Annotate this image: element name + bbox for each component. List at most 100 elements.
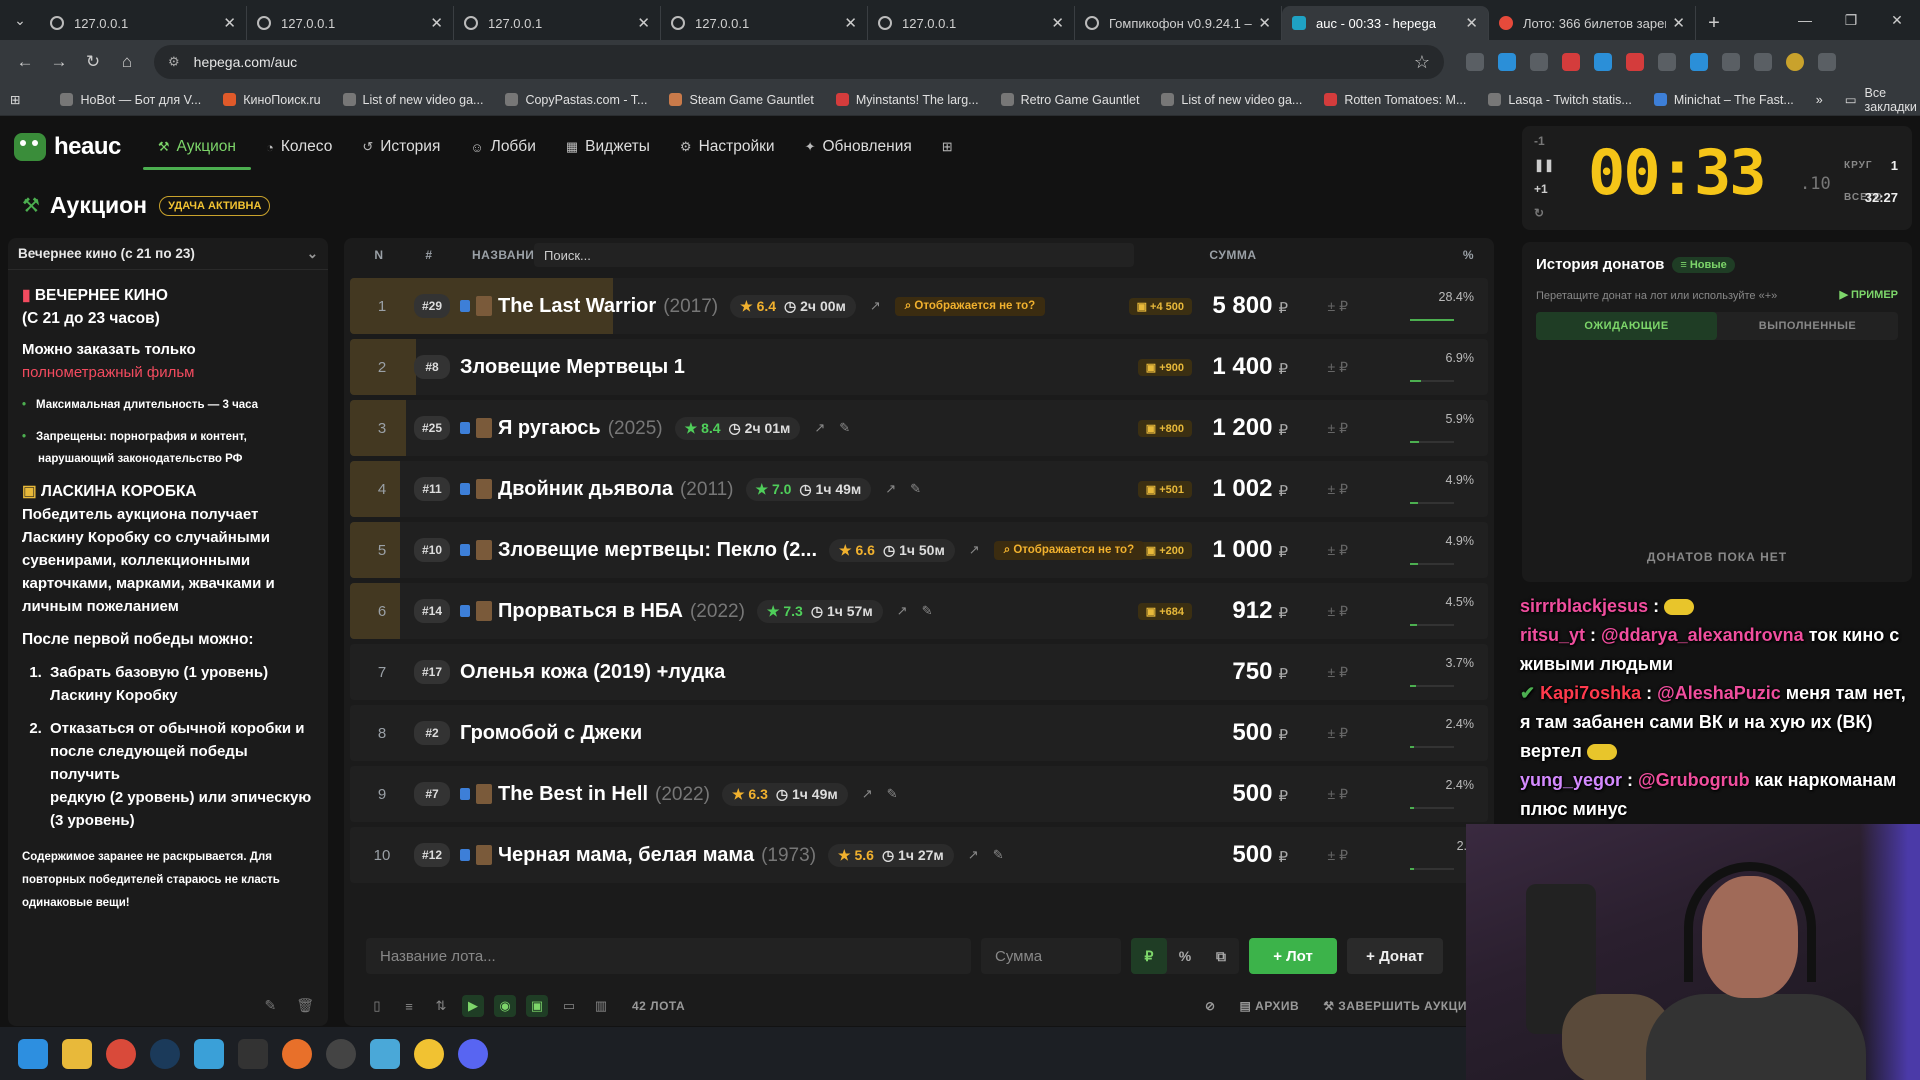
- bookmark-item[interactable]: Lasqa - Twitch statis...: [1488, 93, 1632, 107]
- bookmark-item[interactable]: List of new video ga...: [1161, 93, 1302, 107]
- table-row[interactable]: 6 #14 Прорваться в НБА (2022) ★ 7.3 ◷ 1ч 57м ↗…: [350, 583, 1488, 639]
- edit-link-icon[interactable]: ✎: [839, 420, 850, 436]
- adjust-amount-input[interactable]: ± ₽: [1328, 786, 1348, 803]
- sort-icon[interactable]: ⇅: [430, 995, 452, 1017]
- browser-tab[interactable]: 127.0.0.1 ✕: [868, 6, 1075, 40]
- external-link-icon[interactable]: ↗: [870, 298, 881, 314]
- close-tab-icon[interactable]: ✕: [430, 14, 443, 32]
- trash-icon[interactable]: 🗑: [296, 997, 314, 1014]
- video-icon[interactable]: ▶: [462, 995, 484, 1017]
- lot-id[interactable]: #8: [414, 355, 450, 379]
- nav-item-widgets[interactable]: ▦ Виджеты: [551, 116, 665, 178]
- table-row[interactable]: 8 #2 Громобой с Джеки 500 ₽ ± ₽ 2.4%: [350, 705, 1488, 761]
- nav-item-auction[interactable]: ⚒ Аукцион: [142, 116, 252, 178]
- site-info-icon[interactable]: ⚙: [168, 54, 180, 70]
- extension-icon[interactable]: [1498, 53, 1516, 71]
- table-row[interactable]: 9 #7 The Best in Hell (2022) ★ 6.3 ◷ 1ч 49м ↗ ✎…: [350, 766, 1488, 822]
- bookmark-item[interactable]: Steam Game Gauntlet: [669, 93, 814, 107]
- extension-icon[interactable]: [1466, 53, 1484, 71]
- close-tab-icon[interactable]: ✕: [223, 14, 236, 32]
- new-filter-badge[interactable]: ≡ Новые: [1672, 256, 1735, 273]
- lot-title[interactable]: Зловещие Мертвецы 1: [460, 356, 685, 379]
- nav-item-updates[interactable]: ✦ Обновления: [790, 116, 927, 178]
- lot-name-input[interactable]: Название лота...: [366, 938, 971, 974]
- browser-tab[interactable]: Гомпикофон v0.9.24.1 – ✕: [1075, 6, 1282, 40]
- adjust-amount-input[interactable]: ± ₽: [1328, 847, 1348, 864]
- table-row[interactable]: 3 #25 Я ругаюсь (2025) ★ 8.4 ◷ 2ч 01м ↗ ✎ ▣ +800…: [350, 400, 1488, 456]
- sun-app-icon[interactable]: [414, 1038, 444, 1069]
- adjust-amount-input[interactable]: ± ₽: [1328, 298, 1348, 315]
- add-lot-button[interactable]: + Лот: [1249, 938, 1337, 974]
- external-link-icon[interactable]: ↗: [969, 542, 980, 558]
- edit-link-icon[interactable]: ✎: [910, 481, 921, 497]
- terminal-icon[interactable]: [238, 1038, 268, 1069]
- cloud-app-icon[interactable]: [194, 1038, 224, 1069]
- bookmark-item[interactable]: Retro Game Gauntlet: [1000, 93, 1139, 107]
- extension-icon[interactable]: [1626, 53, 1644, 71]
- media-icon[interactable]: [1754, 53, 1772, 71]
- edit-link-icon[interactable]: ✎: [922, 603, 933, 619]
- lot-id[interactable]: #25: [414, 416, 450, 440]
- browser-tab[interactable]: 127.0.0.1 ✕: [454, 6, 661, 40]
- book-icon[interactable]: ▥: [590, 995, 612, 1017]
- lot-title[interactable]: Я ругаюсь (2025): [498, 417, 663, 440]
- close-tab-icon[interactable]: ✕: [844, 14, 857, 32]
- notepad-icon[interactable]: [370, 1038, 400, 1069]
- external-link-icon[interactable]: ↗: [814, 420, 825, 436]
- new-tab-button[interactable]: +: [1696, 6, 1732, 40]
- profile-avatar[interactable]: [1786, 53, 1804, 71]
- minimize-icon[interactable]: —: [1782, 0, 1828, 40]
- adjust-amount-input[interactable]: ± ₽: [1328, 725, 1348, 742]
- lot-id[interactable]: #17: [414, 660, 450, 684]
- adjust-amount-input[interactable]: ± ₽: [1328, 664, 1348, 681]
- browser-tab-active[interactable]: auc - 00:33 - hepega ✕: [1282, 6, 1489, 40]
- close-tab-icon[interactable]: ✕: [1672, 14, 1685, 32]
- close-tab-icon[interactable]: ✕: [1258, 14, 1271, 32]
- extension-icon[interactable]: [1530, 53, 1548, 71]
- luck-badge[interactable]: УДАЧА АКТИВНА: [159, 195, 271, 216]
- wrong-match-button[interactable]: ⌕ Отображается не то?: [894, 296, 1046, 316]
- sidebar-toggle-icon[interactable]: ▯: [366, 995, 388, 1017]
- browser-tab[interactable]: 127.0.0.1 ✕: [247, 6, 454, 40]
- obs-icon[interactable]: [326, 1038, 356, 1069]
- add-donation-button[interactable]: + Донат: [1347, 938, 1443, 974]
- lot-title[interactable]: The Last Warrior (2017): [498, 295, 718, 318]
- lot-title[interactable]: The Best in Hell (2022): [498, 783, 710, 806]
- tab-search-icon[interactable]: ⌄: [0, 0, 40, 40]
- bookmark-star-icon[interactable]: ☆: [1414, 52, 1430, 73]
- tab-done[interactable]: ВЫПОЛНЕННЫЕ: [1717, 312, 1898, 340]
- lot-id[interactable]: #7: [414, 782, 450, 806]
- external-link-icon[interactable]: ↗: [862, 786, 873, 802]
- all-bookmarks[interactable]: ▭ Все закладки: [1845, 86, 1917, 114]
- url-field[interactable]: ⚙ hepega.com/auc ☆: [154, 45, 1444, 79]
- edit-icon[interactable]: ✎: [264, 997, 276, 1014]
- tab-pending[interactable]: ОЖИДАЮЩИЕ: [1536, 312, 1717, 340]
- lot-id[interactable]: #12: [414, 843, 450, 867]
- bookmark-item[interactable]: CopyPastas.com - T...: [505, 93, 647, 107]
- copy-icon[interactable]: ⧉: [1203, 938, 1239, 974]
- logo[interactable]: heauc: [14, 133, 121, 161]
- gamepad-icon[interactable]: ◉: [494, 995, 516, 1017]
- chrome-icon[interactable]: [106, 1038, 136, 1069]
- close-window-icon[interactable]: ✕: [1874, 0, 1920, 40]
- lot-sum-input[interactable]: Сумма: [981, 938, 1121, 974]
- tv-icon[interactable]: ▭: [558, 995, 580, 1017]
- table-row[interactable]: 10 #12 Черная мама, белая мама (1973) ★ 5.6 ◷…: [350, 827, 1488, 883]
- adjust-amount-input[interactable]: ± ₽: [1328, 420, 1348, 437]
- lot-title[interactable]: Оленья кожа (2019) +лудка: [460, 661, 725, 684]
- nav-item-history[interactable]: ↺ История: [347, 116, 455, 178]
- extension-icon[interactable]: [1690, 53, 1708, 71]
- reload-icon[interactable]: ↻: [76, 45, 110, 79]
- browser-tab[interactable]: Лото: 366 билетов зарег ✕: [1489, 6, 1696, 40]
- pause-icon[interactable]: ❚❚: [1534, 158, 1554, 172]
- edit-link-icon[interactable]: ✎: [993, 847, 1004, 863]
- apps-grid-icon[interactable]: ⊞: [927, 116, 975, 178]
- menu-dots-icon[interactable]: [1818, 53, 1836, 71]
- adjust-amount-input[interactable]: ± ₽: [1328, 542, 1348, 559]
- edit-link-icon[interactable]: ✎: [887, 786, 898, 802]
- lot-title[interactable]: Черная мама, белая мама (1973): [498, 844, 816, 867]
- browser-tab[interactable]: 127.0.0.1 ✕: [40, 6, 247, 40]
- forward-icon[interactable]: →: [42, 45, 76, 79]
- lot-id[interactable]: #2: [414, 721, 450, 745]
- firefox-icon[interactable]: [282, 1038, 312, 1069]
